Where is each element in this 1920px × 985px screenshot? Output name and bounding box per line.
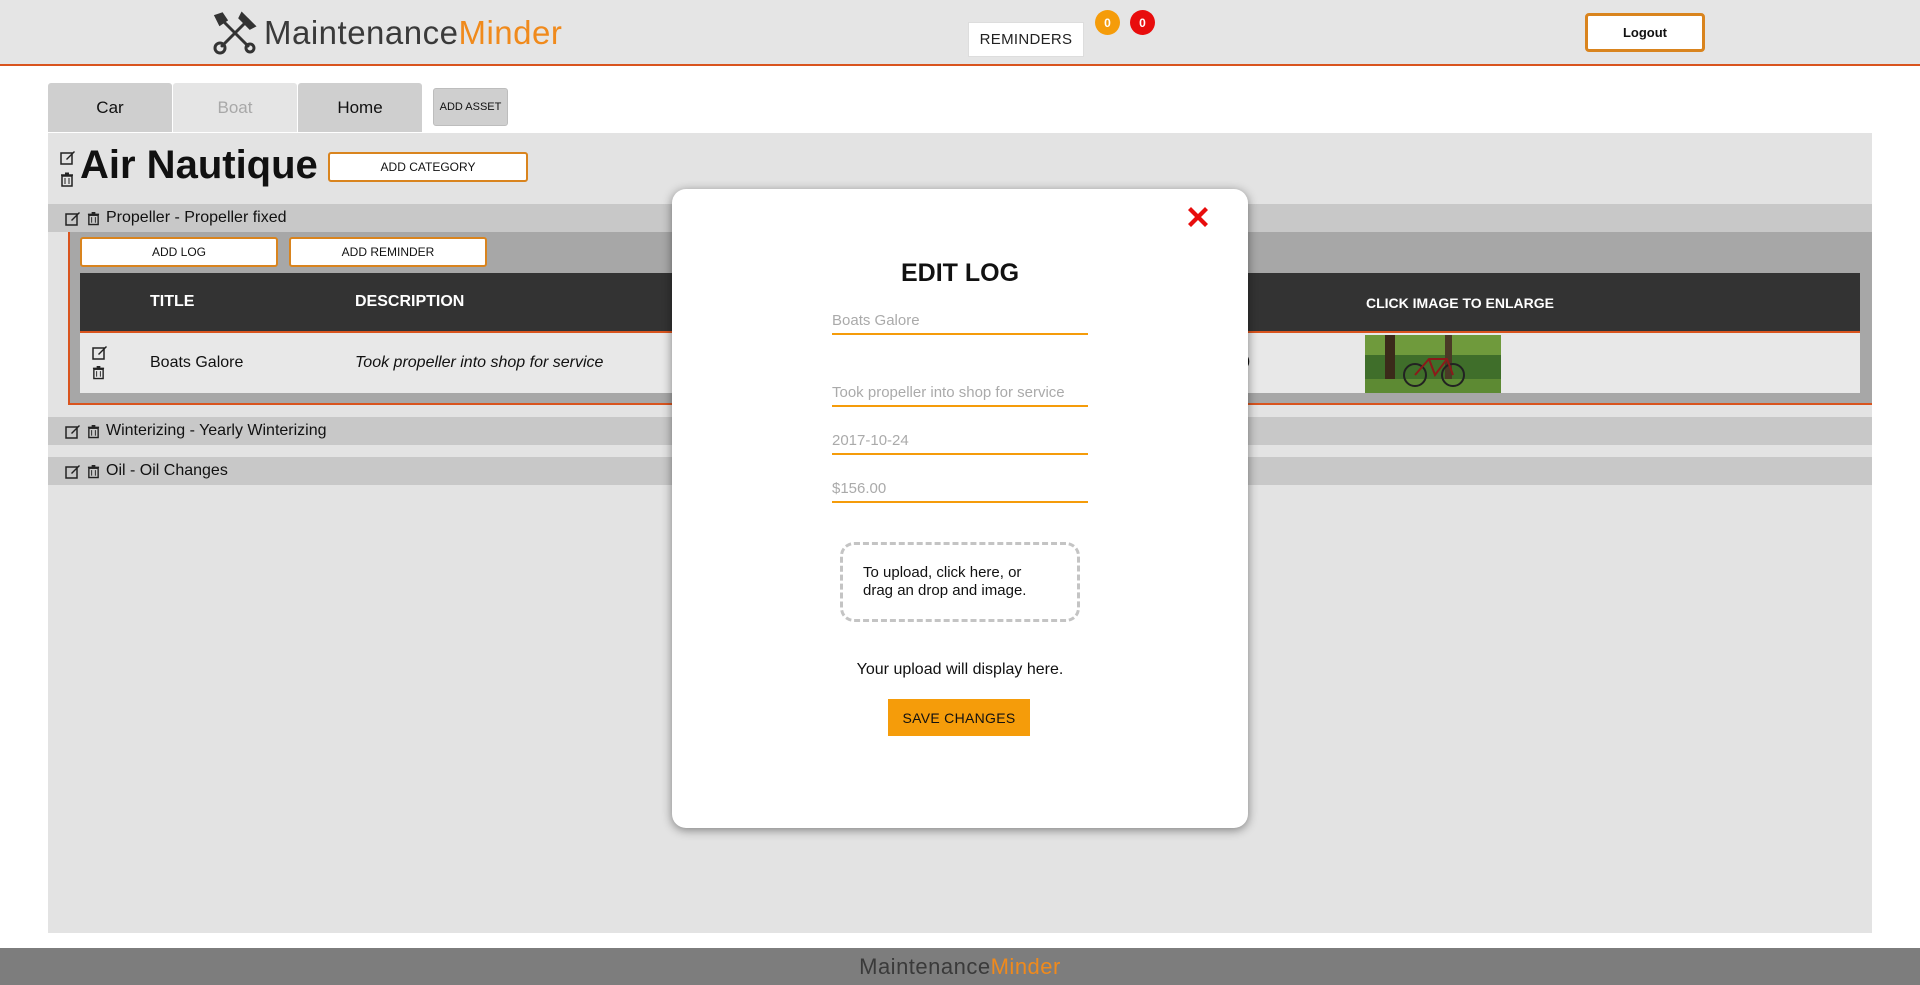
app-header: MaintenanceMinder REMINDERS 0 0 Logout bbox=[0, 0, 1920, 66]
log-title-field[interactable] bbox=[832, 305, 1088, 335]
log-cost-field[interactable] bbox=[832, 473, 1088, 503]
column-header-description: DESCRIPTION bbox=[355, 293, 465, 310]
asset-title: Air Nautique bbox=[80, 143, 318, 187]
row-actions bbox=[92, 345, 108, 385]
trash-icon[interactable] bbox=[92, 365, 105, 380]
edit-icon[interactable] bbox=[92, 345, 108, 360]
tab-home[interactable]: Home bbox=[298, 83, 422, 132]
reminders-due-badge[interactable]: 0 bbox=[1095, 10, 1120, 35]
tab-boat[interactable]: Boat bbox=[173, 83, 297, 132]
trash-icon[interactable] bbox=[87, 211, 100, 226]
bicycle-photo bbox=[1365, 335, 1501, 393]
footer-brand-part2: Minder bbox=[990, 953, 1061, 979]
category-label: Propeller - Propeller fixed bbox=[106, 209, 287, 226]
save-changes-button[interactable]: SAVE CHANGES bbox=[888, 699, 1030, 736]
trash-icon[interactable] bbox=[87, 464, 100, 479]
add-category-button[interactable]: ADD CATEGORY bbox=[328, 152, 528, 182]
modal-title: EDIT LOG bbox=[900, 259, 1020, 287]
brand-logo[interactable]: MaintenanceMinder bbox=[212, 10, 562, 56]
brand-name-part1: Maintenance bbox=[264, 14, 459, 51]
tab-car[interactable]: Car bbox=[48, 83, 172, 132]
reminders-overdue-badge[interactable]: 0 bbox=[1130, 10, 1155, 35]
add-reminder-button[interactable]: ADD REMINDER bbox=[289, 237, 487, 267]
edit-icon[interactable] bbox=[60, 150, 76, 165]
brand-name: MaintenanceMinder bbox=[264, 14, 562, 52]
column-header-image: CLICK IMAGE TO ENLARGE bbox=[1366, 295, 1554, 311]
asset-actions bbox=[60, 150, 76, 192]
image-upload-dropzone[interactable]: To upload, click here, or drag an drop a… bbox=[840, 542, 1080, 622]
dropzone-text-line2: drag an drop and image. bbox=[863, 582, 1027, 599]
logout-button[interactable]: Logout bbox=[1585, 13, 1705, 52]
reminders-button[interactable]: REMINDERS bbox=[968, 22, 1084, 57]
log-date-field[interactable] bbox=[832, 425, 1088, 455]
close-icon[interactable] bbox=[1184, 203, 1212, 231]
edit-log-modal: EDIT LOG To upload, click here, or drag … bbox=[672, 189, 1248, 828]
upload-preview-note: Your upload will display here. bbox=[856, 661, 1064, 678]
edit-icon[interactable] bbox=[65, 464, 81, 479]
add-asset-button[interactable]: ADD ASSET bbox=[433, 88, 508, 126]
trash-icon[interactable] bbox=[60, 172, 74, 187]
log-title: Boats Galore bbox=[150, 354, 244, 371]
trash-icon[interactable] bbox=[87, 424, 100, 439]
dropzone-text-line1: To upload, click here, or bbox=[863, 564, 1022, 581]
log-description: Took propeller into shop for service bbox=[355, 354, 604, 371]
column-header-title: TITLE bbox=[150, 293, 195, 310]
brand-name-part2: Minder bbox=[458, 14, 563, 51]
edit-icon[interactable] bbox=[65, 211, 81, 226]
log-description-field[interactable] bbox=[832, 377, 1088, 407]
dropzone-text: To upload, click here, or drag an drop a… bbox=[863, 564, 1026, 600]
footer-brand: MaintenanceMinder bbox=[859, 954, 1061, 980]
add-log-button[interactable]: ADD LOG bbox=[80, 237, 278, 267]
app-footer: MaintenanceMinder bbox=[0, 948, 1920, 985]
log-image-thumbnail[interactable] bbox=[1365, 335, 1501, 393]
asset-tabs: Car Boat Home bbox=[48, 83, 423, 132]
category-label: Oil - Oil Changes bbox=[106, 462, 228, 479]
edit-icon[interactable] bbox=[65, 424, 81, 439]
category-label: Winterizing - Yearly Winterizing bbox=[106, 422, 327, 439]
tools-icon bbox=[213, 11, 257, 55]
footer-brand-part1: Maintenance bbox=[859, 953, 991, 979]
